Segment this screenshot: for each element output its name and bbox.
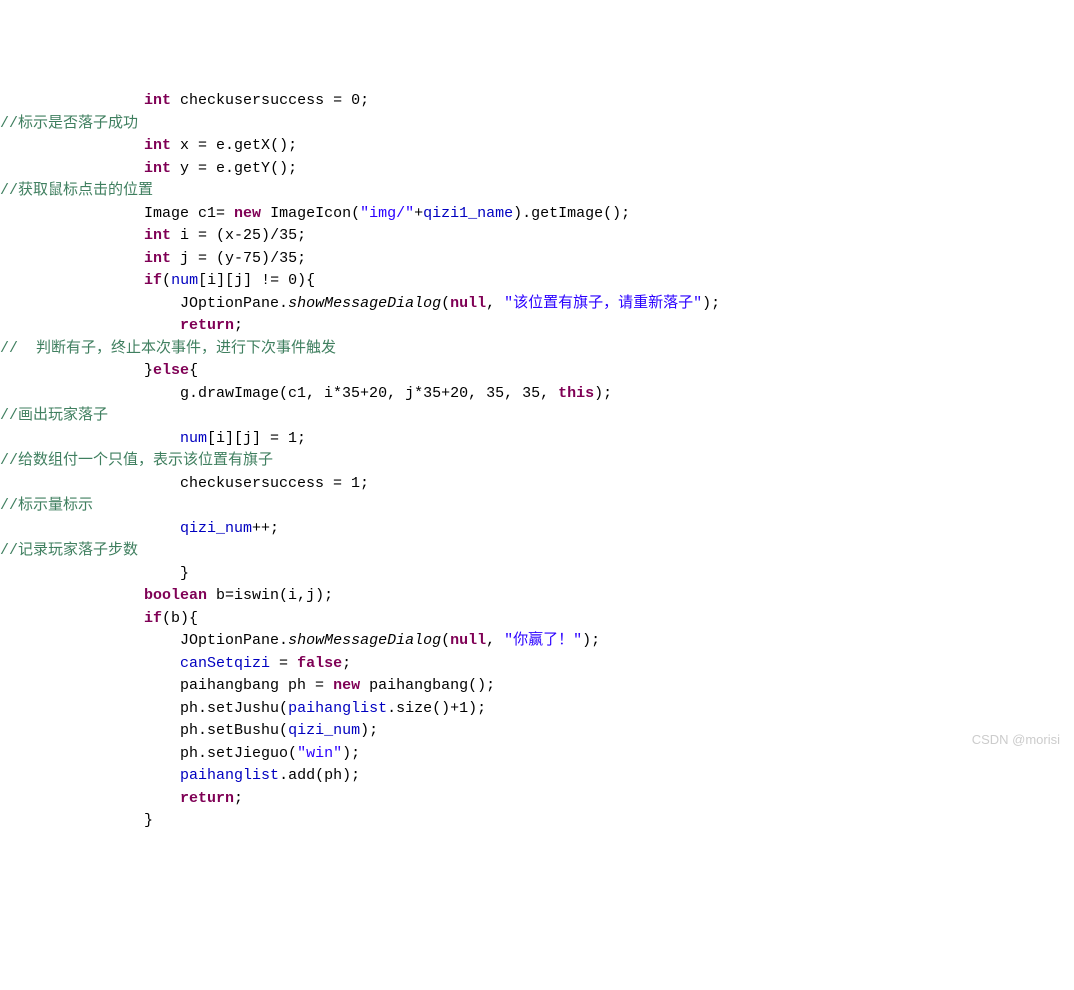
comment: //给数组付一个只值，表示该位置有旗子 [0, 452, 273, 469]
comment: // 判断有子，终止本次事件，进行下次事件触发 [0, 340, 336, 357]
comment: //画出玩家落子 [0, 407, 108, 424]
code-block: int checkusersuccess = 0; //标示是否落子成功 int… [0, 90, 1074, 833]
comment: //记录玩家落子步数 [0, 542, 138, 559]
comment: //标示是否落子成功 [0, 115, 138, 132]
comment: //获取鼠标点击的位置 [0, 182, 153, 199]
watermark: CSDN @morisi [972, 730, 1060, 750]
comment: //标示量标示 [0, 497, 93, 514]
